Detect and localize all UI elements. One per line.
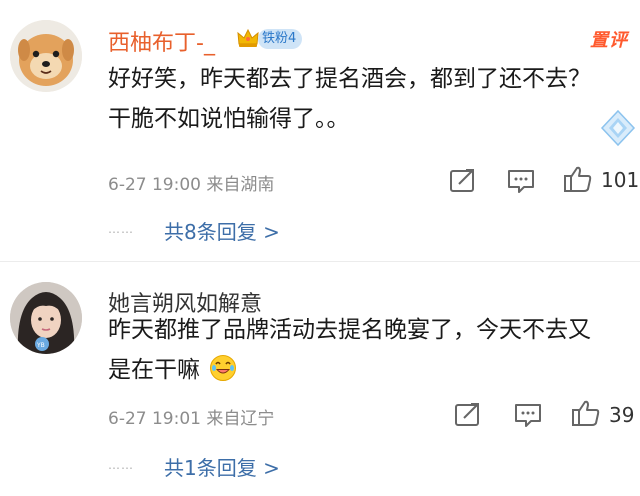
thumbs-up-icon[interactable] [562,164,594,194]
comment-text: 昨天都推了品牌活动去提名晚宴了，今天不去又是在干嘛 [108,310,608,390]
thumbs-up-icon[interactable] [570,398,602,428]
more-replies-link[interactable]: 共8条回复 > [164,216,280,245]
share-icon[interactable] [447,166,479,196]
comment-item: 西柚布丁-_ 铁粉4 置评 好好笑，昨天都去了提名酒会，都到了还不去？干脆不如说… [0,0,640,262]
avatar[interactable]: YB [10,282,82,354]
dots: …… [108,222,134,236]
comment-meta: 6-27 19:01 来自辽宁 [108,404,274,429]
location: 来自湖南 [206,175,275,195]
comment-text: 好好笑，昨天都去了提名酒会，都到了还不去？干脆不如说怕输得了。。 [108,66,591,132]
more-replies-link[interactable]: 共1条回复 > [164,452,280,481]
comment-icon[interactable] [505,166,537,196]
like-count: 39 [609,403,635,427]
location: 来自辽宁 [206,409,275,429]
username[interactable]: 西柚布丁-_ [108,25,215,57]
dots: …… [108,458,134,472]
pinned-tag: 置评 [590,30,628,51]
fan-badge: 铁粉4 [258,29,303,49]
crown-icon [236,27,260,49]
comment-text-content: 昨天都推了品牌活动去提名晚宴了，今天不去又是在干嘛 [108,317,591,383]
timestamp: 6-27 19:01 [108,409,201,429]
avatar[interactable] [10,20,82,92]
timestamp: 6-27 19:00 [108,175,201,195]
comment-icon[interactable] [512,400,544,430]
share-icon[interactable] [452,400,484,430]
svg-text:YB: YB [36,342,45,349]
like-count: 101 [601,168,640,192]
laughing-emoji-icon [209,354,237,382]
comment-item: YB 她言朔风如解意 昨天都推了品牌活动去提名晚宴了，今天不去又是在干嘛 6-2… [0,262,640,496]
comment-meta: 6-27 19:00 来自湖南 [108,170,274,195]
diamond-icon [598,108,638,148]
